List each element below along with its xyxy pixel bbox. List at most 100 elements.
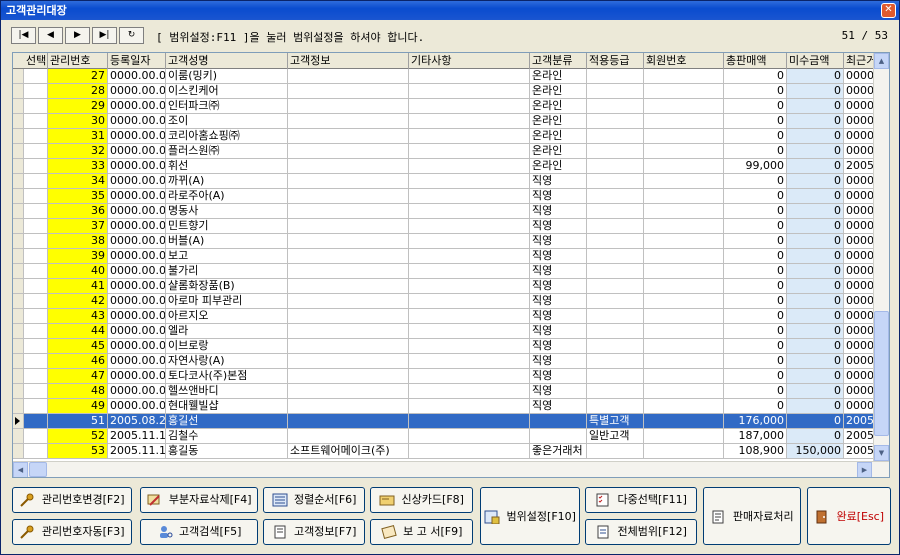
cell-select[interactable]: [24, 279, 48, 294]
cell-cat[interactable]: 직영: [530, 219, 587, 234]
cell-name[interactable]: 자연사랑(A): [166, 354, 288, 369]
cell-sales[interactable]: 0: [724, 339, 787, 354]
cell-select[interactable]: [24, 324, 48, 339]
horizontal-scrollbar[interactable]: ◀ ▶: [13, 461, 889, 477]
cell-recent[interactable]: 2005.: [844, 414, 875, 429]
cell-grade[interactable]: [587, 264, 644, 279]
cell-no[interactable]: 39: [48, 249, 108, 264]
cell-recent[interactable]: 0000.: [844, 369, 875, 384]
cell-name[interactable]: 이브로랑: [166, 339, 288, 354]
cell-etc[interactable]: [409, 129, 530, 144]
cell-member[interactable]: [644, 399, 724, 414]
cell-select[interactable]: [24, 84, 48, 99]
cell-cat[interactable]: 직영: [530, 324, 587, 339]
cell-cat[interactable]: 직영: [530, 264, 587, 279]
row-indicator[interactable]: [13, 174, 24, 189]
cell-member[interactable]: [644, 114, 724, 129]
cell-unpaid[interactable]: 0: [787, 264, 844, 279]
cell-date[interactable]: 0000.00.00: [108, 219, 166, 234]
cell-name[interactable]: 코리아홈쇼핑㈜: [166, 129, 288, 144]
cell-date[interactable]: 0000.00.00: [108, 399, 166, 414]
cell-recent[interactable]: 0000.: [844, 354, 875, 369]
cell-member[interactable]: [644, 189, 724, 204]
cell-no[interactable]: 36: [48, 204, 108, 219]
row-indicator[interactable]: [13, 444, 24, 459]
table-row[interactable]: 460000.00.00자연사랑(A)직영000000.: [13, 354, 875, 369]
cell-sales[interactable]: 0: [724, 144, 787, 159]
cell-etc[interactable]: [409, 264, 530, 279]
cell-cat[interactable]: 직영: [530, 249, 587, 264]
table-row[interactable]: 522005.11.15김철수 일반고객 187,00002005.: [13, 429, 875, 444]
cell-date[interactable]: 2005.11.16: [108, 444, 166, 459]
column-header[interactable]: 미수금액: [787, 53, 844, 69]
cell-name[interactable]: 민트향기: [166, 219, 288, 234]
row-indicator[interactable]: [13, 399, 24, 414]
cell-grade[interactable]: [587, 354, 644, 369]
cell-grade[interactable]: [587, 129, 644, 144]
cell-recent[interactable]: 0000.: [844, 99, 875, 114]
cell-member[interactable]: [644, 249, 724, 264]
cell-no[interactable]: 38: [48, 234, 108, 249]
cell-grade[interactable]: [587, 69, 644, 84]
cell-recent[interactable]: 2005.: [844, 159, 875, 174]
cell-grade[interactable]: [587, 84, 644, 99]
cell-info[interactable]: [288, 234, 409, 249]
cell-name[interactable]: 버블(A): [166, 234, 288, 249]
cell-cat[interactable]: 직영: [530, 384, 587, 399]
cell-date[interactable]: 0000.00.00: [108, 294, 166, 309]
cell-etc[interactable]: [409, 234, 530, 249]
horizontal-scroll-thumb[interactable]: [29, 462, 47, 477]
cell-select[interactable]: [24, 309, 48, 324]
cell-select[interactable]: [24, 354, 48, 369]
row-indicator[interactable]: [13, 354, 24, 369]
cell-info[interactable]: [288, 159, 409, 174]
report-button[interactable]: 보 고 서[F9]: [370, 519, 473, 545]
cell-member[interactable]: [644, 69, 724, 84]
cell-etc[interactable]: [409, 204, 530, 219]
cell-etc[interactable]: [409, 144, 530, 159]
cell-select[interactable]: [24, 249, 48, 264]
cell-cat[interactable]: 온라인: [530, 144, 587, 159]
cell-unpaid[interactable]: 0: [787, 369, 844, 384]
cell-member[interactable]: [644, 159, 724, 174]
cell-member[interactable]: [644, 429, 724, 444]
cell-info[interactable]: [288, 384, 409, 399]
cell-no[interactable]: 30: [48, 114, 108, 129]
auto-number-button[interactable]: 관리번호자동[F3]: [12, 519, 132, 545]
cell-grade[interactable]: [587, 309, 644, 324]
cell-select[interactable]: [24, 399, 48, 414]
cell-recent[interactable]: 0000.: [844, 324, 875, 339]
cell-name[interactable]: 휘선: [166, 159, 288, 174]
cell-no[interactable]: 45: [48, 339, 108, 354]
cell-cat[interactable]: 온라인: [530, 69, 587, 84]
cell-cat[interactable]: 직영: [530, 279, 587, 294]
cell-etc[interactable]: [409, 159, 530, 174]
cell-member[interactable]: [644, 204, 724, 219]
cell-cat[interactable]: 직영: [530, 399, 587, 414]
scroll-right-icon[interactable]: ▶: [857, 462, 872, 477]
cell-select[interactable]: [24, 369, 48, 384]
cell-name[interactable]: 토다코사(주)본점: [166, 369, 288, 384]
cell-name[interactable]: 플러스원㈜: [166, 144, 288, 159]
cell-unpaid[interactable]: 0: [787, 429, 844, 444]
cell-member[interactable]: [644, 294, 724, 309]
cell-name[interactable]: 아르지오: [166, 309, 288, 324]
vertical-scrollbar[interactable]: ▲ ▼: [873, 53, 889, 462]
cell-unpaid[interactable]: 0: [787, 309, 844, 324]
cell-cat[interactable]: 직영: [530, 309, 587, 324]
cell-recent[interactable]: 0000.: [844, 189, 875, 204]
cell-date[interactable]: 0000.00.00: [108, 189, 166, 204]
cell-sales[interactable]: 0: [724, 114, 787, 129]
row-indicator[interactable]: [13, 204, 24, 219]
prev-record-button[interactable]: ◀: [38, 27, 63, 44]
column-header[interactable]: 관리번호: [48, 53, 108, 69]
table-row[interactable]: 300000.00.00조이온라인000000.: [13, 114, 875, 129]
cell-no[interactable]: 29: [48, 99, 108, 114]
cell-member[interactable]: [644, 84, 724, 99]
cell-sales[interactable]: 0: [724, 324, 787, 339]
column-header[interactable]: 등록일자: [108, 53, 166, 69]
cell-grade[interactable]: [587, 234, 644, 249]
cell-cat[interactable]: 직영: [530, 354, 587, 369]
cell-name[interactable]: 홍길동: [166, 444, 288, 459]
cell-recent[interactable]: 0000.: [844, 114, 875, 129]
